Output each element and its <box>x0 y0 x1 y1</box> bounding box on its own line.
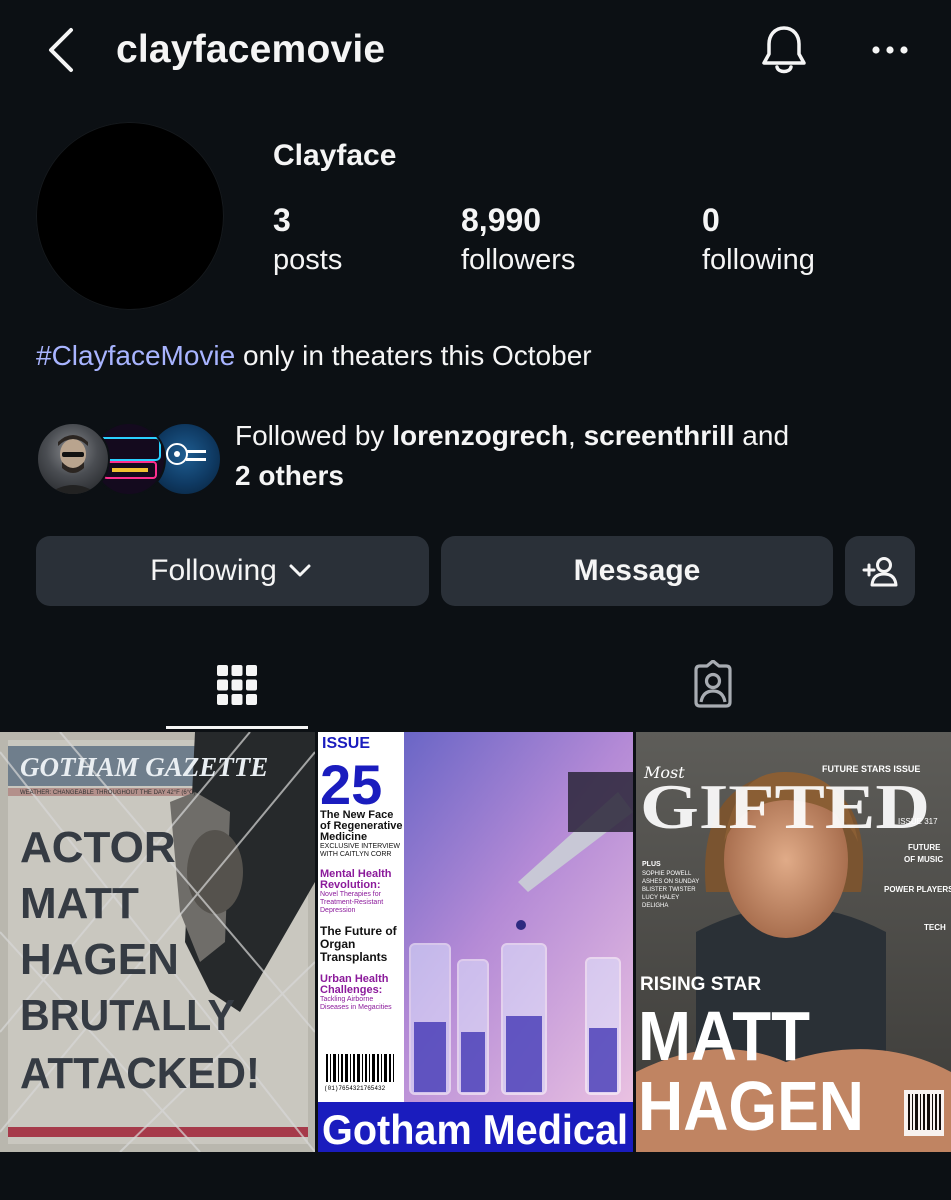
post3-issue: ISSUE 317 <box>898 817 938 826</box>
post3-side-left-4: BLISTER TWISTER <box>642 887 696 893</box>
post-thumbnail-most-gifted[interactable]: Most GIFTED FUTURE STARS ISSUE ISSUE 317… <box>636 732 951 1152</box>
message-button[interactable]: Message <box>441 536 833 606</box>
post1-weather: WEATHER: CHANGEABLE THROUGHOUT THE DAY 4… <box>20 790 196 796</box>
following-button-label: Following <box>150 554 277 587</box>
add-person-icon <box>862 557 898 587</box>
post1-headline-5: ATTACKED! <box>20 1049 260 1098</box>
profile-avatar[interactable] <box>36 122 224 310</box>
post3-side-left-6: DELIGHA <box>642 903 668 909</box>
followed-by-conjunction: and <box>734 420 790 451</box>
tab-posts-grid[interactable] <box>166 640 308 730</box>
post2-barcode-number: (01)7654321765432 <box>324 1085 386 1092</box>
post2-item-3-title: The Future of Organ Transplants <box>320 924 397 964</box>
post3-brand: GIFTED <box>640 771 930 842</box>
followers-count-value: 8,990 <box>461 202 542 238</box>
following-count-label: following <box>702 244 815 276</box>
tagged-person-icon <box>694 660 732 708</box>
followed-by-user-1[interactable]: lorenzogrech <box>392 420 568 451</box>
post3-side-left-3: ASHES ON SUNDAY <box>642 879 699 885</box>
mutual-avatar-lorenzogrech <box>36 422 110 496</box>
post2-item-2-sub: Novel Therapies for Treatment-Resistant … <box>320 891 384 914</box>
post3-name-2: HAGEN <box>638 1067 864 1145</box>
followed-by-user-2[interactable]: screenthrill <box>584 420 735 451</box>
post2-item-1-title: The New Face of Regenerative Medicine <box>320 810 403 843</box>
following-count[interactable]: 0 following <box>702 200 815 278</box>
chevron-down-icon <box>289 564 311 577</box>
mutual-followers-avatars[interactable] <box>36 422 222 496</box>
post3-side-left-2: SOPHIE POWELL <box>642 871 692 877</box>
post2-item-4-sub: Tackling Airborne Diseases in Megacities <box>320 996 392 1011</box>
display-name: Clayface <box>273 139 397 172</box>
suggested-accounts-button[interactable] <box>845 536 915 606</box>
more-horizontal-icon <box>872 46 908 54</box>
post2-issue-label: ISSUE <box>322 735 370 752</box>
post3-kicker: RISING STAR <box>640 974 761 995</box>
followed-by-separator: , <box>568 420 584 451</box>
post3-side-right-2: OF MUSIC <box>904 855 943 864</box>
active-tab-indicator <box>166 726 308 729</box>
post3-name-1: MATT <box>638 997 810 1075</box>
followed-by-others[interactable]: 2 others <box>235 460 344 491</box>
posts-count[interactable]: 3 posts <box>273 200 342 278</box>
followers-count-label: followers <box>461 244 576 276</box>
post3-side-right-3: POWER PLAYERS <box>884 885 951 894</box>
followed-by-prefix: Followed by <box>235 420 393 451</box>
bio-text: only in theaters this October <box>235 340 592 371</box>
followed-by-text[interactable]: Followed by lorenzogrech, screenthrill a… <box>235 416 925 496</box>
posts-count-value: 3 <box>273 202 291 238</box>
post2-issue-number: 25 <box>320 753 382 816</box>
post1-headline-2: MATT <box>20 879 139 928</box>
post-thumbnail-gotham-gazette[interactable]: GOTHAM GAZETTE WEATHER: CHANGEABLE THROU… <box>0 732 315 1152</box>
posts-count-label: posts <box>273 244 343 276</box>
grid-icon <box>217 665 257 705</box>
post2-masthead: Gotham Medical <box>322 1106 628 1152</box>
post3-side-left-5: LUCY HALEY <box>642 895 679 901</box>
tab-tagged[interactable] <box>642 640 784 730</box>
following-count-value: 0 <box>702 202 720 238</box>
post2-item-1-sub: EXCLUSIVE INTERVIEW WITH CAITLYN CORR <box>320 843 401 858</box>
notifications-button[interactable] <box>756 22 812 78</box>
profile-bio: #ClayfaceMovie only in theaters this Oct… <box>36 337 592 375</box>
bell-icon <box>762 26 806 74</box>
post3-side-right-4: TECH <box>924 923 946 932</box>
post1-headline-3: HAGEN <box>20 935 179 984</box>
following-button[interactable]: Following <box>36 536 429 606</box>
post1-headline-1: ACTOR <box>20 823 176 872</box>
followers-count[interactable]: 8,990 followers <box>461 200 575 278</box>
post-thumbnail-gotham-medical[interactable]: ISSUE 25 The New Face of Regenerative Me… <box>318 732 633 1152</box>
post2-item-2-title: Mental Health Revolution: <box>320 868 392 891</box>
chevron-left-icon <box>49 28 73 72</box>
post1-masthead: GOTHAM GAZETTE <box>20 752 268 782</box>
more-options-button[interactable] <box>862 26 918 74</box>
back-button[interactable] <box>40 24 88 76</box>
post3-special: FUTURE STARS ISSUE <box>822 764 920 774</box>
bio-hashtag-link[interactable]: #ClayfaceMovie <box>36 340 235 371</box>
post3-side-right-1: FUTURE <box>908 843 941 852</box>
post3-side-left-1: PLUS <box>642 861 661 868</box>
profile-username: clayfacemovie <box>116 28 386 71</box>
post2-item-4-title: Urban Health Challenges: <box>320 973 389 996</box>
post1-headline-4: BRUTALLY <box>20 991 235 1040</box>
